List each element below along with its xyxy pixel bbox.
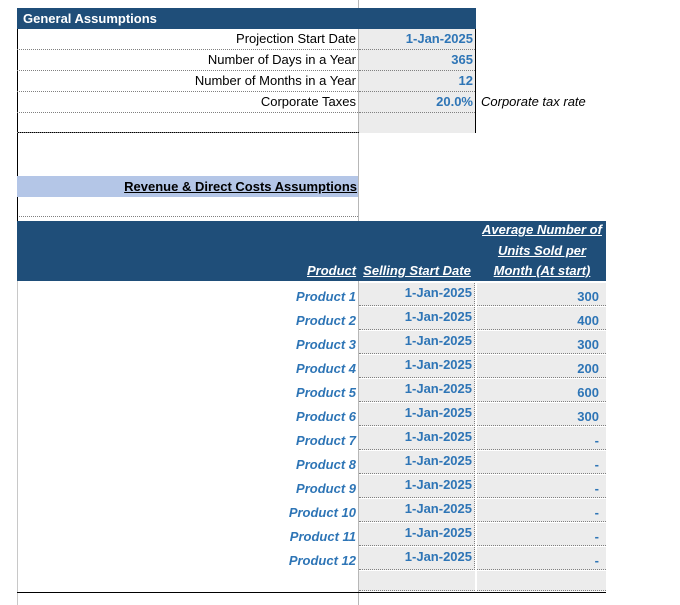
products-left-border xyxy=(17,281,18,605)
revenue-table-header: Product Selling Start Date Average Numbe… xyxy=(17,221,606,281)
product-name: Product 2 xyxy=(296,313,356,328)
product-start-date-input[interactable]: 1-Jan-2025 xyxy=(359,475,475,498)
product-empty-start-input[interactable] xyxy=(359,571,475,591)
general-row-label: Corporate Taxes xyxy=(260,94,356,109)
general-row: Projection Start Date xyxy=(17,29,358,50)
product-name: Product 1 xyxy=(296,289,356,304)
product-name: Product 7 xyxy=(296,433,356,448)
product-units-input[interactable]: 200 xyxy=(477,355,606,378)
product-units-input[interactable]: - xyxy=(477,499,606,522)
product-units-input[interactable]: 300 xyxy=(477,403,606,426)
product-units-input[interactable]: - xyxy=(477,547,606,570)
product-name: Product 3 xyxy=(296,337,356,352)
product-units-input[interactable]: - xyxy=(477,451,606,474)
product-name: Product 4 xyxy=(296,361,356,376)
product-name: Product 12 xyxy=(288,553,356,568)
product-units-input[interactable]: 600 xyxy=(477,379,606,402)
col-units-header-line2: Units Sold per xyxy=(497,243,587,258)
product-start-date-input[interactable]: 1-Jan-2025 xyxy=(359,307,475,330)
product-name: Product 9 xyxy=(296,481,356,496)
general-row-value-input[interactable]: 365 xyxy=(359,50,475,71)
general-empty-row xyxy=(17,113,358,133)
product-start-date-input[interactable]: 1-Jan-2025 xyxy=(359,355,475,378)
general-right-border xyxy=(475,29,476,133)
general-row-value-input[interactable]: 12 xyxy=(359,71,475,92)
product-start-date-input[interactable]: 1-Jan-2025 xyxy=(359,547,475,570)
general-assumptions-header: General Assumptions xyxy=(17,8,476,29)
general-row-label: Projection Start Date xyxy=(236,31,356,46)
product-start-date-input[interactable]: 1-Jan-2025 xyxy=(359,379,475,402)
revenue-section-header: Revenue & Direct Costs Assumptions xyxy=(17,176,358,197)
col-product-header: Product xyxy=(307,263,357,278)
product-start-date-input[interactable]: 1-Jan-2025 xyxy=(359,427,475,450)
general-row-value-input[interactable]: 20.0% xyxy=(359,92,475,113)
products-bottom-border xyxy=(17,592,606,593)
product-units-input[interactable]: - xyxy=(477,523,606,546)
general-row: Number of Days in a Year xyxy=(17,50,358,71)
product-start-date-input[interactable]: 1-Jan-2025 xyxy=(359,451,475,474)
product-name: Product 8 xyxy=(296,457,356,472)
product-name: Product 10 xyxy=(288,505,356,520)
product-units-input[interactable]: - xyxy=(477,427,606,450)
general-row-note: Corporate tax rate xyxy=(481,94,586,109)
product-units-input[interactable]: - xyxy=(477,475,606,498)
product-empty-units-input[interactable] xyxy=(477,571,606,591)
revenue-left-border xyxy=(17,197,18,221)
revenue-spacer-row xyxy=(17,197,358,217)
general-row-value-input[interactable]: 1-Jan-2025 xyxy=(359,29,475,50)
product-start-date-input[interactable]: 1-Jan-2025 xyxy=(359,523,475,546)
product-name: Product 11 xyxy=(289,529,356,544)
product-units-input[interactable]: 400 xyxy=(477,307,606,330)
product-units-input[interactable]: 300 xyxy=(477,283,606,306)
product-units-input[interactable]: 300 xyxy=(477,331,606,354)
col-units-header-line3: Month (At start) xyxy=(493,263,591,278)
general-row-label: Number of Days in a Year xyxy=(207,52,356,67)
product-start-date-input[interactable]: 1-Jan-2025 xyxy=(359,403,475,426)
product-name: Product 5 xyxy=(296,385,356,400)
col-units-header-line1: Average Number of xyxy=(482,222,602,237)
general-row: Corporate Taxes xyxy=(17,92,358,113)
product-start-date-input[interactable]: 1-Jan-2025 xyxy=(359,331,475,354)
section-left-border xyxy=(17,133,18,176)
col-start-date-header: Selling Start Date xyxy=(363,263,471,278)
product-name: Product 6 xyxy=(296,409,356,424)
product-start-date-input[interactable]: 1-Jan-2025 xyxy=(359,499,475,522)
revenue-section-title: Revenue & Direct Costs Assumptions xyxy=(124,179,357,194)
product-start-date-input[interactable]: 1-Jan-2025 xyxy=(359,283,475,306)
general-empty-input[interactable] xyxy=(359,113,475,133)
general-row-label: Number of Months in a Year xyxy=(194,73,356,88)
general-assumptions-title: General Assumptions xyxy=(23,11,157,26)
general-row: Number of Months in a Year xyxy=(17,71,358,92)
